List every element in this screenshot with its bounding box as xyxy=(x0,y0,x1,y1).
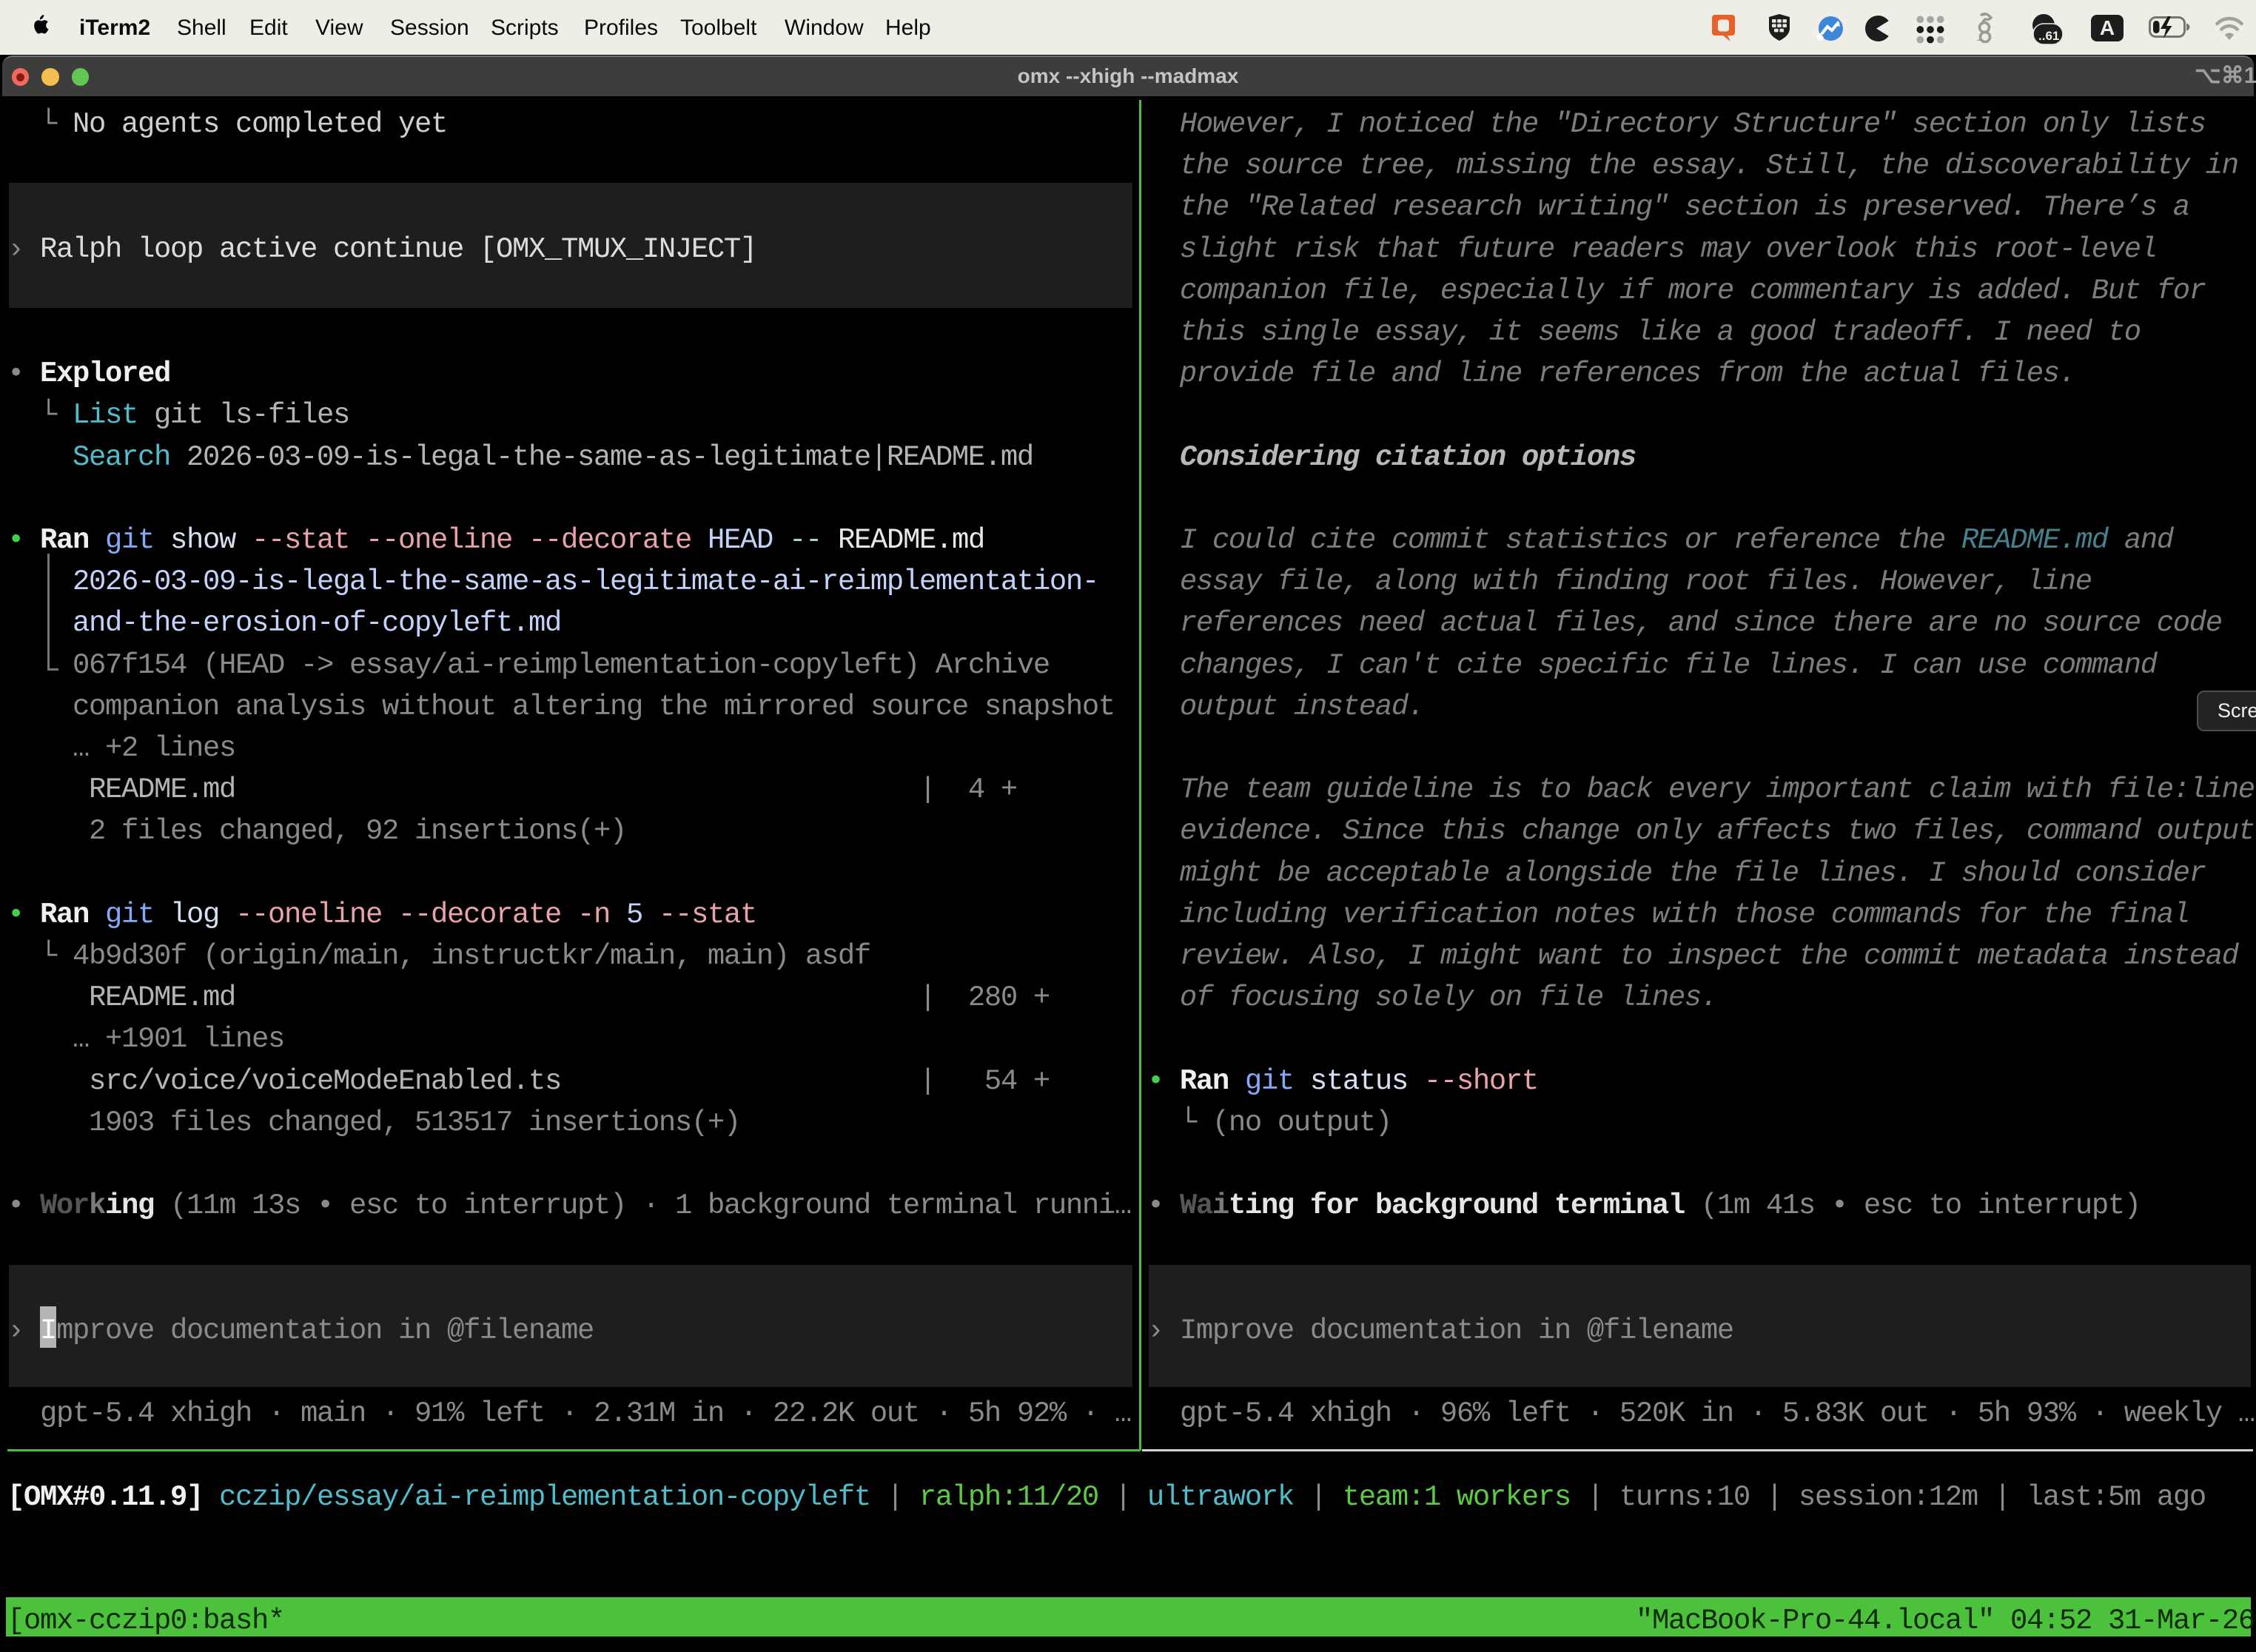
svg-text:..61: ..61 xyxy=(2038,29,2059,43)
